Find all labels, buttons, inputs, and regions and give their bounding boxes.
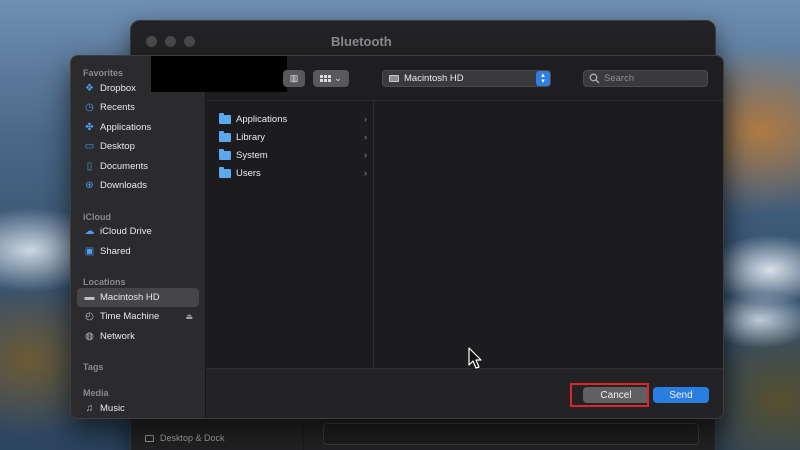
settings-field: [323, 423, 699, 445]
sidebar-item-applications[interactable]: ✤ Applications: [77, 118, 199, 137]
browser-column: Applications › Library › System › Users …: [206, 100, 374, 368]
dialog-toolbar: ▥ ⌄ Macintosh HD ▴ ▾ Search: [206, 56, 723, 100]
folder-icon: [219, 112, 231, 124]
sidebar-item-label: Recents: [100, 102, 135, 113]
location-label: Macintosh HD: [404, 73, 464, 84]
globe-icon: ◍: [85, 330, 94, 342]
folder-name: Users: [236, 167, 261, 179]
zoom-button[interactable]: [184, 36, 195, 47]
sidebar-item-label: Downloads: [100, 180, 147, 191]
music-note-icon: ♫: [85, 402, 94, 414]
cancel-button[interactable]: Cancel: [583, 387, 649, 403]
desktop-icon: ▭: [84, 140, 95, 152]
sidebar-item-desktop[interactable]: ▭ Desktop: [77, 137, 199, 156]
popup-stepper-icon: ▴ ▾: [536, 71, 550, 86]
document-icon: ▯: [86, 160, 93, 172]
section-title-favorites: Favorites: [83, 68, 124, 78]
sidebar-item-label: Macintosh HD: [100, 292, 160, 303]
sidebar-item-downloads[interactable]: ⊕ Downloads: [77, 176, 199, 195]
folder-icon: [219, 148, 231, 160]
folder-name: Applications: [236, 113, 288, 125]
location-popup[interactable]: Macintosh HD ▴ ▾: [382, 70, 551, 87]
section-title-icloud: iCloud: [83, 212, 111, 222]
folder-icon: [219, 130, 231, 142]
cloud-icon: ☁: [84, 225, 95, 237]
sidebar-item-label: Time Machine: [100, 311, 160, 322]
chevron-right-icon: ›: [364, 132, 367, 142]
desktop-dock-icon: [145, 434, 154, 442]
eject-icon[interactable]: ⏏: [185, 312, 193, 321]
send-button[interactable]: Send: [653, 387, 709, 403]
chevron-down-icon: ⌄: [334, 73, 342, 83]
chevron-right-icon: ›: [364, 114, 367, 124]
sidebar-item-shared[interactable]: ▣ Shared: [77, 242, 199, 261]
view-mode-button[interactable]: ▥: [283, 70, 305, 87]
window-controls: [146, 36, 195, 47]
sidebar-item-network[interactable]: ◍ Network: [77, 327, 199, 346]
chevron-right-icon: ›: [364, 168, 367, 178]
dialog-button-bar: Cancel Send: [206, 368, 723, 418]
section-title-locations: Locations: [83, 277, 126, 287]
sidebar-item-label: Desktop & Dock: [160, 433, 225, 443]
browser-column-empty: [374, 100, 723, 368]
time-machine-icon: ◴: [85, 310, 94, 322]
grouping-button[interactable]: ⌄: [313, 70, 349, 87]
folder-icon: [219, 166, 231, 178]
sidebar-item-documents[interactable]: ▯ Documents: [77, 157, 199, 176]
section-title-tags: Tags: [83, 362, 104, 372]
grid-icon: [320, 75, 332, 82]
sidebar-item-label: Dropbox: [100, 83, 136, 94]
drive-icon: [389, 75, 399, 82]
sidebar-item-icloud-drive[interactable]: ☁ iCloud Drive: [77, 222, 199, 241]
sidebar-item-macintosh-hd[interactable]: ▬ Macintosh HD: [77, 288, 199, 307]
mouse-pointer-icon: [468, 347, 482, 369]
clock-icon: ◷: [85, 101, 94, 113]
section-title-media: Media: [83, 388, 109, 398]
sidebar-item-label: iCloud Drive: [100, 226, 152, 237]
close-button[interactable]: [146, 36, 157, 47]
dropbox-icon: ❖: [85, 82, 94, 94]
folder-row-users[interactable]: Users ›: [219, 165, 367, 181]
folder-row-applications[interactable]: Applications ›: [219, 111, 367, 127]
folder-name: System: [236, 149, 268, 161]
search-field[interactable]: Search: [583, 70, 708, 87]
sidebar-item-recents[interactable]: ◷ Recents: [77, 98, 199, 117]
drive-icon: ▬: [84, 291, 95, 303]
minimize-button[interactable]: [165, 36, 176, 47]
sidebar-item-label: Music: [100, 403, 125, 414]
window-title: Bluetooth: [331, 34, 392, 49]
sidebar-item-music[interactable]: ♫ Music: [77, 399, 199, 418]
folder-name: Library: [236, 131, 266, 143]
sidebar-item-label: Network: [100, 331, 135, 342]
sidebar-item-desktop-dock[interactable]: Desktop & Dock: [145, 433, 225, 443]
column-view-icon: ▥: [289, 73, 299, 83]
applications-icon: ✤: [85, 121, 94, 133]
sidebar-item-label: Documents: [100, 161, 149, 172]
search-icon: [589, 73, 600, 84]
sidebar-item-label: Applications: [100, 122, 152, 133]
search-placeholder: Search: [604, 73, 635, 84]
folder-row-library[interactable]: Library ›: [219, 129, 367, 145]
shared-folder-icon: ▣: [84, 245, 95, 257]
file-dialog: Favorites ❖ Dropbox ◷ Recents ✤ Applicat…: [70, 55, 724, 419]
sidebar-item-label: Shared: [100, 246, 131, 257]
sidebar-item-label: Desktop: [100, 141, 135, 152]
sidebar-item-time-machine[interactable]: ◴ Time Machine ⏏: [77, 307, 199, 326]
dialog-sidebar: Favorites ❖ Dropbox ◷ Recents ✤ Applicat…: [71, 56, 206, 418]
download-icon: ⊕: [85, 179, 94, 191]
folder-row-system[interactable]: System ›: [219, 147, 367, 163]
chevron-right-icon: ›: [364, 150, 367, 160]
